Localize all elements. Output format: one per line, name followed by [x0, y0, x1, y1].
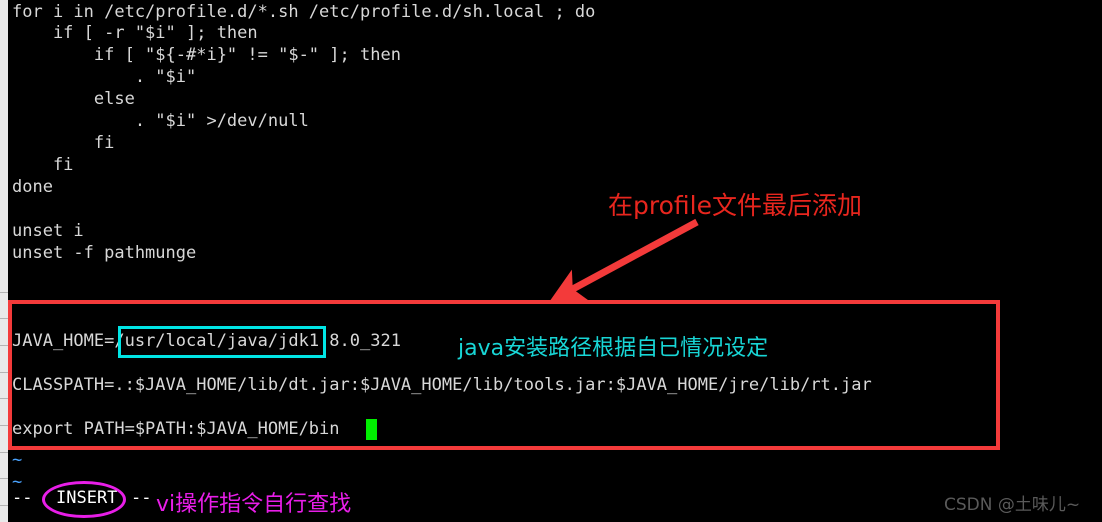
code-line: if [ "${-#*i}" != "$-" ]; then [12, 45, 401, 65]
csdn-watermark: CSDN @土味儿~ [944, 495, 1081, 515]
code-line: done [12, 177, 53, 197]
viewer-gutter[interactable] [0, 0, 8, 522]
status-prefix: -- [12, 488, 33, 508]
code-line: . "$i" [12, 67, 197, 87]
code-line: fi [12, 155, 74, 175]
code-line: if [ -r "$i" ]; then [12, 23, 258, 43]
export-block-highlight-box [8, 300, 1000, 450]
code-line: . "$i" >/dev/null [12, 111, 309, 131]
code-line: unset -f pathmunge [12, 243, 197, 263]
code-line: for i in /etc/profile.d/*.sh /etc/profil… [12, 2, 596, 22]
code-line: else [12, 89, 135, 109]
annotation-path-note: java安装路径根据自已情况设定 [458, 336, 769, 361]
terminal-screenshot: for i in /etc/profile.d/*.sh /etc/profil… [0, 0, 1102, 522]
code-line: fi [12, 133, 115, 153]
status-suffix: -- [131, 488, 152, 508]
empty-line-marker: ~ [12, 450, 23, 470]
annotation-insert-note: vi操作指令自行查找 [156, 492, 352, 517]
code-line: unset i [12, 221, 84, 241]
insert-mode-ellipse [42, 481, 126, 518]
annotation-top-note: 在profile文件最后添加 [608, 191, 862, 220]
